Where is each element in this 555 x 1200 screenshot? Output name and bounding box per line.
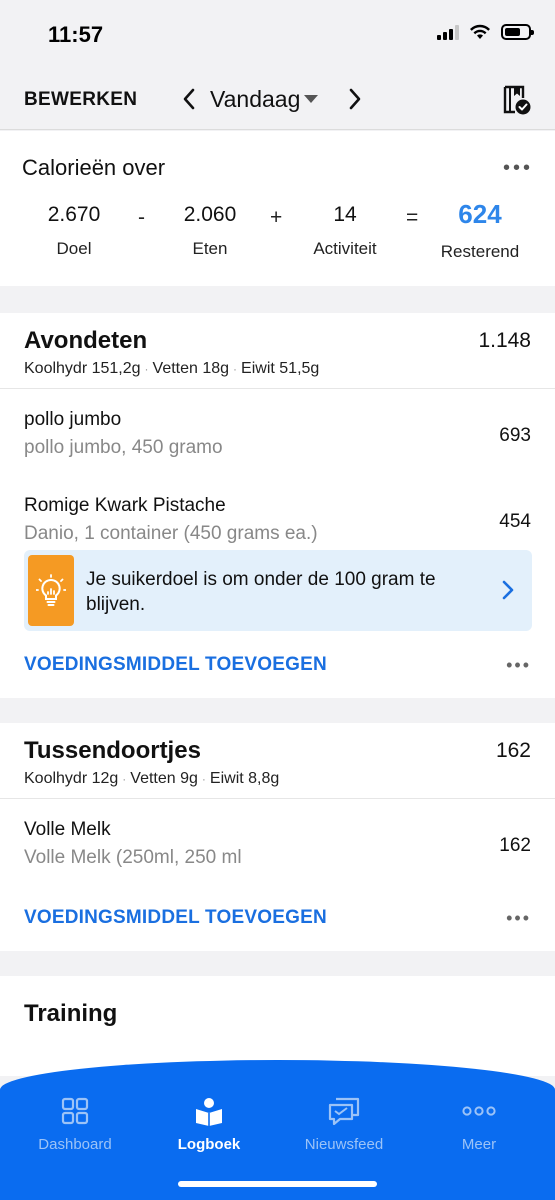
date-selector[interactable]: Vandaag — [210, 86, 334, 113]
macro-carbs: Koolhydr 151,2g — [24, 360, 141, 377]
snacks-section: Tussendoortjes 162 Koolhydr 12g · Vetten 9… — [0, 723, 555, 951]
food-description: Danio, 1 container (450 grams ea.) — [24, 523, 318, 544]
food-value: 2.060 — [183, 203, 237, 226]
food-item[interactable]: pollo jumbo pollo jumbo, 450 gramo 693 — [0, 391, 555, 471]
food-name: pollo jumbo — [24, 409, 122, 430]
remaining-column: 624 Resterend — [432, 199, 528, 262]
minus-operator: - — [138, 206, 145, 229]
calories-remaining-card[interactable]: Calorieën over ••• 2.670 Doel - 2.060 Et… — [0, 131, 555, 286]
macro-separator: · — [122, 772, 127, 786]
macro-protein: Eiwit 8,8g — [209, 770, 280, 787]
signal-icon — [437, 24, 459, 40]
calories-more-button[interactable]: ••• — [503, 157, 533, 180]
macro-carbs: Koolhydr 12g — [24, 770, 119, 787]
food-calories: 693 — [499, 425, 531, 446]
food-description: Volle Melk (250ml, 250 ml — [24, 847, 242, 868]
snacks-header[interactable]: Tussendoortjes 162 Koolhydr 12g · Vetten 9… — [0, 723, 555, 799]
date-navigator: Vandaag — [178, 84, 366, 114]
tab-label: Dashboard — [38, 1136, 112, 1153]
food-description: pollo jumbo, 450 gramo — [24, 437, 223, 458]
more-icon — [462, 1106, 496, 1116]
newsfeed-icon — [328, 1097, 360, 1125]
add-food-button[interactable]: VOEDINGSMIDDEL TOEVOEGEN — [24, 654, 327, 676]
plus-operator: + — [270, 206, 283, 229]
meal-title: Tussendoortjes — [24, 737, 201, 764]
meal-macros: Koolhydr 151,2g · Vetten 18g · Eiwit 51,5g — [24, 360, 319, 378]
complete-diary-icon[interactable] — [501, 84, 531, 116]
bottom-tab-bar: Dashboard Logboek Nieuwsfeed Meer — [0, 1060, 555, 1200]
tab-newsfeed[interactable]: Nieuwsfeed — [284, 1096, 404, 1153]
battery-icon — [501, 24, 534, 40]
tab-dashboard[interactable]: Dashboard — [15, 1096, 135, 1153]
next-day-button[interactable] — [344, 84, 366, 114]
logbook-icon — [196, 1098, 222, 1126]
tab-label: Logboek — [177, 1136, 241, 1153]
lightbulb-icon — [36, 573, 66, 606]
remaining-value: 624 — [458, 199, 502, 229]
sugar-tip-banner[interactable]: Je suikerdoel is om onder de 100 gram te… — [24, 550, 532, 631]
food-item[interactable]: Romige Kwark Pistache Danio, 1 container… — [0, 477, 555, 557]
dashboard-icon — [61, 1097, 89, 1125]
dinner-header[interactable]: Avondeten 1.148 Koolhydr 151,2g · Vetten 1… — [0, 313, 555, 389]
tab-logbook[interactable]: Logboek — [149, 1096, 269, 1153]
meal-macros: Koolhydr 12g · Vetten 9g · Eiwit 8,8g — [24, 770, 279, 788]
previous-day-button[interactable] — [178, 84, 200, 114]
meal-more-button[interactable]: ••• — [506, 908, 531, 929]
macro-separator: · — [144, 362, 149, 376]
dinner-section: Avondeten 1.148 Koolhydr 151,2g · Vetten 1… — [0, 313, 555, 698]
status-icons — [437, 24, 534, 40]
tip-text: Je suikerdoel is om onder de 100 gram te… — [86, 569, 436, 615]
goal-column: 2.670 Doel — [34, 203, 114, 259]
equals-operator: = — [406, 206, 419, 229]
status-bar: 11:57 — [0, 0, 555, 70]
macro-separator: · — [201, 772, 206, 786]
nav-bar: BEWERKEN Vandaag — [0, 70, 555, 130]
macro-fat: Vetten 9g — [130, 770, 198, 787]
caret-down-icon — [304, 95, 319, 103]
food-column: 2.060 Eten — [170, 203, 250, 259]
edit-button[interactable]: BEWERKEN — [24, 89, 137, 111]
activity-column: 14 Activiteit — [300, 203, 390, 259]
tip-icon-box — [28, 555, 74, 626]
food-name: Romige Kwark Pistache — [24, 495, 226, 516]
activity-value: 14 — [333, 203, 357, 226]
goal-value: 2.670 — [47, 203, 101, 226]
meal-total-calories: 162 — [495, 739, 531, 762]
meal-total-calories: 1.148 — [478, 329, 531, 352]
calories-title: Calorieën over — [22, 155, 166, 180]
training-title[interactable]: Training — [24, 1000, 117, 1028]
wifi-icon — [470, 24, 490, 39]
meal-more-button[interactable]: ••• — [506, 655, 531, 676]
tab-label: Nieuwsfeed — [304, 1136, 384, 1153]
chevron-left-icon — [183, 88, 195, 110]
food-name: Volle Melk — [24, 819, 111, 840]
home-indicator[interactable] — [178, 1181, 377, 1187]
tab-label: Meer — [461, 1136, 497, 1153]
chevron-right-icon — [350, 88, 361, 110]
chevron-right-icon — [502, 580, 514, 600]
date-label: Vandaag — [210, 85, 301, 112]
meal-title: Avondeten — [24, 327, 148, 354]
food-calories: 454 — [499, 511, 531, 532]
activity-label: Activiteit — [313, 239, 377, 258]
add-food-button[interactable]: VOEDINGSMIDDEL TOEVOEGEN — [24, 907, 327, 929]
tab-more[interactable]: Meer — [419, 1096, 539, 1153]
food-label: Eten — [192, 239, 228, 258]
macro-protein: Eiwit 51,5g — [241, 360, 320, 377]
food-calories: 162 — [499, 835, 531, 856]
macro-separator: · — [233, 362, 238, 376]
food-item[interactable]: Volle Melk Volle Melk (250ml, 250 ml 162 — [0, 801, 555, 881]
macro-fat: Vetten 18g — [152, 360, 230, 377]
remaining-label: Resterend — [440, 242, 520, 261]
goal-label: Doel — [56, 239, 92, 258]
status-time: 11:57 — [48, 22, 104, 47]
